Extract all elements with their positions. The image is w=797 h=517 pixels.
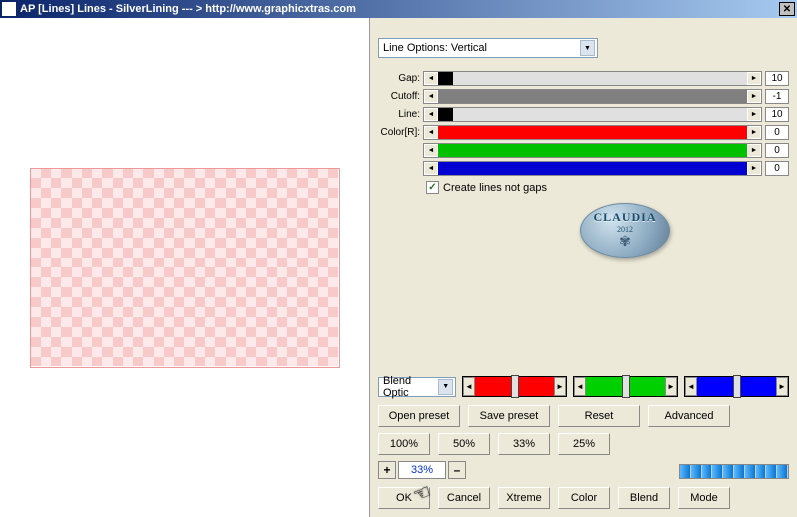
controls-panel: Line Options: Vertical ▼ Gap:◄►10Cutoff:… [370,18,797,517]
arrow-right-icon[interactable]: ► [776,377,788,396]
zoom-preset-buttons: 100% 50% 33% 25% [378,433,789,455]
slider-label: Gap: [378,73,423,84]
arrow-left-icon[interactable]: ◄ [685,377,697,396]
arrow-right-icon[interactable]: ► [747,72,761,85]
zoom-minus-button[interactable]: – [448,461,466,479]
progress-bar [679,464,789,479]
slider-row-line: Line:◄►10 [378,106,789,122]
colorB-slider[interactable]: ◄► [423,161,762,176]
preview-panel [0,18,370,517]
colorB-value: 0 [765,161,789,176]
advanced-button[interactable]: Advanced [648,405,730,427]
blend-blue-slider[interactable]: ◄ ► [684,376,789,397]
line-options-selected: Line Options: Vertical [383,42,487,54]
slider-row-gap: Gap:◄►10 [378,70,789,86]
slider-row-colorB: ◄►0 [378,160,789,176]
close-button[interactable]: ✕ [779,2,795,16]
cutoff-slider[interactable]: ◄► [423,89,762,104]
blend-button[interactable]: Blend [618,487,670,509]
xtreme-button[interactable]: Xtreme [498,487,550,509]
blend-red-slider[interactable]: ◄ ► [462,376,567,397]
watermark-symbol: ✾ [619,234,631,251]
arrow-right-icon[interactable]: ► [747,126,761,139]
slider-label: Color[R]: [378,127,423,138]
blend-dropdown-label: Blend Optic [383,375,438,399]
colorR-value: 0 [765,125,789,140]
watermark-text: CLAUDIA [593,210,656,225]
save-preset-button[interactable]: Save preset [468,405,550,427]
colorG-value: 0 [765,143,789,158]
arrow-left-icon[interactable]: ◄ [424,126,438,139]
arrow-left-icon[interactable]: ◄ [424,72,438,85]
arrow-left-icon[interactable]: ◄ [424,90,438,103]
arrow-right-icon[interactable]: ► [747,108,761,121]
slider-row-colorR: Color[R]:◄►0 [378,124,789,140]
colorG-slider[interactable]: ◄► [423,143,762,158]
app-icon [2,2,16,16]
window-title: AP [Lines] Lines - SilverLining --- > ht… [20,3,779,15]
blend-dropdown[interactable]: Blend Optic ▼ [378,377,456,397]
zoom-50-button[interactable]: 50% [438,433,490,455]
ok-button[interactable]: OK [378,487,430,509]
arrow-left-icon[interactable]: ◄ [424,108,438,121]
line-slider[interactable]: ◄► [423,107,762,122]
reset-button[interactable]: Reset [558,405,640,427]
slider-label: Cutoff: [378,91,423,102]
chevron-down-icon: ▼ [438,379,453,395]
arrow-left-icon[interactable]: ◄ [463,377,475,396]
gap-value: 10 [765,71,789,86]
gap-slider[interactable]: ◄► [423,71,762,86]
color-button[interactable]: Color [558,487,610,509]
watermark-badge: CLAUDIA 2012 ✾ [580,203,670,258]
blend-green-slider[interactable]: ◄ ► [573,376,678,397]
bottom-controls: Blend Optic ▼ ◄ ► ◄ ► ◄ [378,376,789,509]
zoom-value: 33% [398,461,446,479]
arrow-right-icon[interactable]: ► [747,90,761,103]
slider-row-colorG: ◄►0 [378,142,789,158]
arrow-left-icon[interactable]: ◄ [424,144,438,157]
blend-row: Blend Optic ▼ ◄ ► ◄ ► ◄ [378,376,789,397]
slider-thumb[interactable] [622,375,630,398]
action-buttons: OK ☜ Cancel Xtreme Color Blend Mode [378,487,789,509]
zoom-25-button[interactable]: 25% [558,433,610,455]
title-bar: AP [Lines] Lines - SilverLining --- > ht… [0,0,797,18]
checkbox-row: ✓ Create lines not gaps [378,181,789,194]
watermark-year: 2012 [617,225,633,234]
open-preset-button[interactable]: Open preset [378,405,460,427]
cutoff-value: -1 [765,89,789,104]
cancel-button[interactable]: Cancel [438,487,490,509]
slider-thumb[interactable] [733,375,741,398]
preview-canvas [30,168,340,368]
colorR-slider[interactable]: ◄► [423,125,762,140]
arrow-left-icon[interactable]: ◄ [424,162,438,175]
zoom-33-button[interactable]: 33% [498,433,550,455]
chevron-down-icon: ▼ [580,40,595,56]
line-value: 10 [765,107,789,122]
create-lines-checkbox[interactable]: ✓ [426,181,439,194]
create-lines-label: Create lines not gaps [443,182,547,194]
arrow-left-icon[interactable]: ◄ [574,377,586,396]
zoom-100-button[interactable]: 100% [378,433,430,455]
arrow-right-icon[interactable]: ► [747,162,761,175]
mode-button[interactable]: Mode [678,487,730,509]
slider-thumb[interactable] [511,375,519,398]
slider-label: Line: [378,109,423,120]
content-area: Line Options: Vertical ▼ Gap:◄►10Cutoff:… [0,18,797,517]
arrow-right-icon[interactable]: ► [665,377,677,396]
slider-row-cutoff: Cutoff:◄►-1 [378,88,789,104]
arrow-right-icon[interactable]: ► [747,144,761,157]
preset-buttons: Open preset Save preset Reset Advanced [378,405,789,427]
line-options-dropdown[interactable]: Line Options: Vertical ▼ [378,38,598,58]
zoom-plus-button[interactable]: + [378,461,396,479]
arrow-right-icon[interactable]: ► [554,377,566,396]
